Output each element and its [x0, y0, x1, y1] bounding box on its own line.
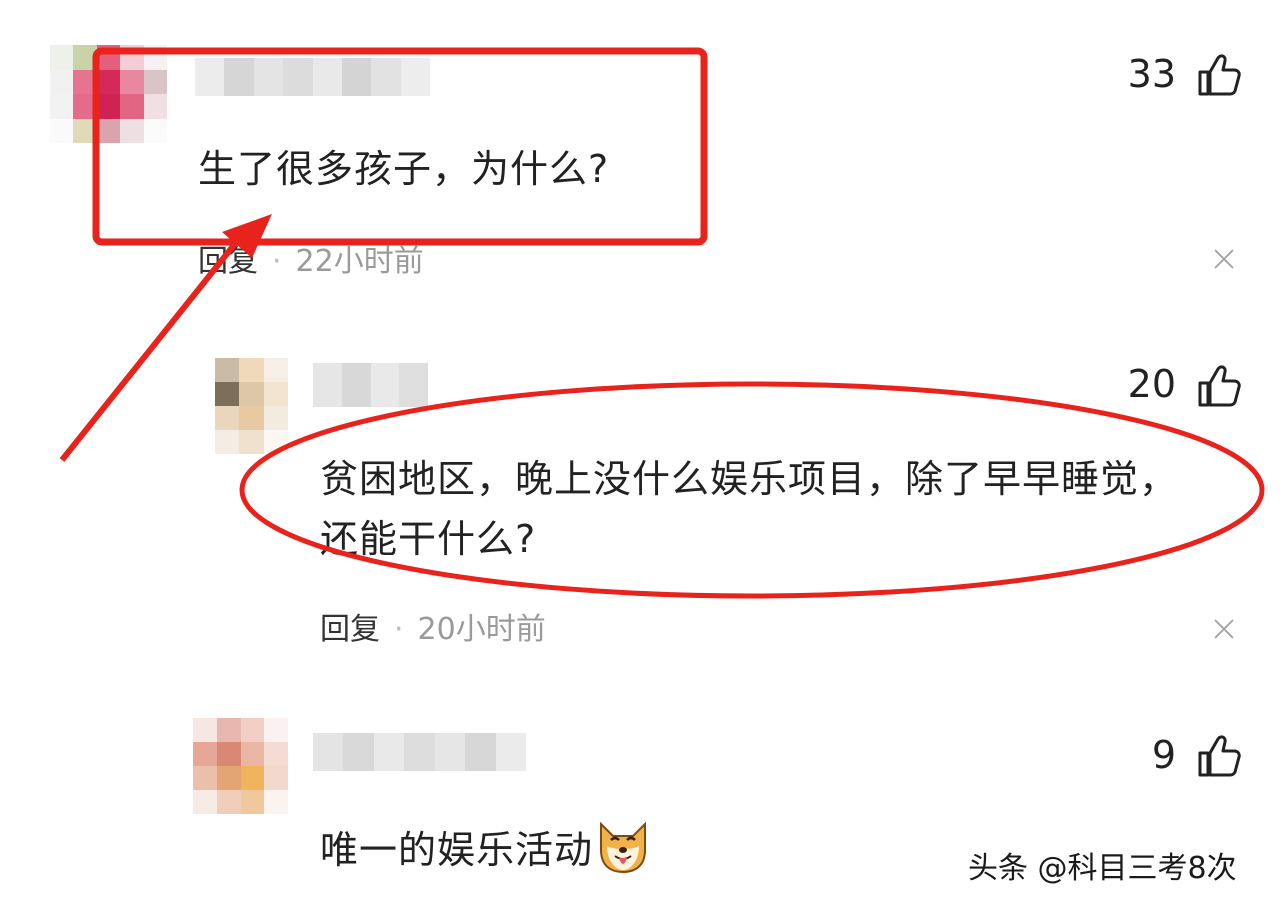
reply-button[interactable]: 回复 [320, 612, 380, 647]
username[interactable] [313, 733, 526, 771]
comment-text-line-2: 还能干什么? [320, 517, 537, 561]
avatar[interactable] [193, 718, 288, 814]
separator-dot: · [394, 612, 404, 647]
comment-meta: 回复 · 20小时前 [320, 604, 546, 648]
thumbs-up-icon[interactable] [1196, 363, 1242, 409]
thumbs-up-icon[interactable] [1196, 52, 1242, 98]
username[interactable] [195, 58, 430, 96]
like-count: 9 [1151, 733, 1176, 777]
reply-button[interactable]: 回复 [198, 244, 258, 279]
thumbs-up-icon[interactable] [1196, 733, 1242, 779]
close-icon[interactable] [1210, 615, 1238, 643]
timestamp: 22小时前 [295, 244, 424, 279]
comment-text-line-1: 贫困地区，晚上没什么娱乐项目，除了早早睡觉， [320, 457, 1179, 501]
watermark: 头条 @科目三考8次 [968, 851, 1237, 886]
like-count: 33 [1127, 52, 1176, 96]
avatar[interactable] [50, 45, 167, 143]
timestamp: 20小时前 [417, 612, 546, 647]
username[interactable] [313, 363, 428, 407]
like-count: 20 [1127, 362, 1176, 406]
shiba-dog-emoji [600, 821, 647, 873]
comment-text: 唯一的娱乐活动 [320, 819, 651, 874]
comment-text-content: 唯一的娱乐活动 [320, 828, 594, 872]
separator-dot: · [272, 244, 282, 279]
avatar[interactable] [215, 358, 288, 454]
comment-text: 生了很多孩子，为什么? [198, 147, 610, 191]
close-icon[interactable] [1210, 245, 1238, 273]
comment-meta: 回复 · 22小时前 [198, 236, 424, 280]
